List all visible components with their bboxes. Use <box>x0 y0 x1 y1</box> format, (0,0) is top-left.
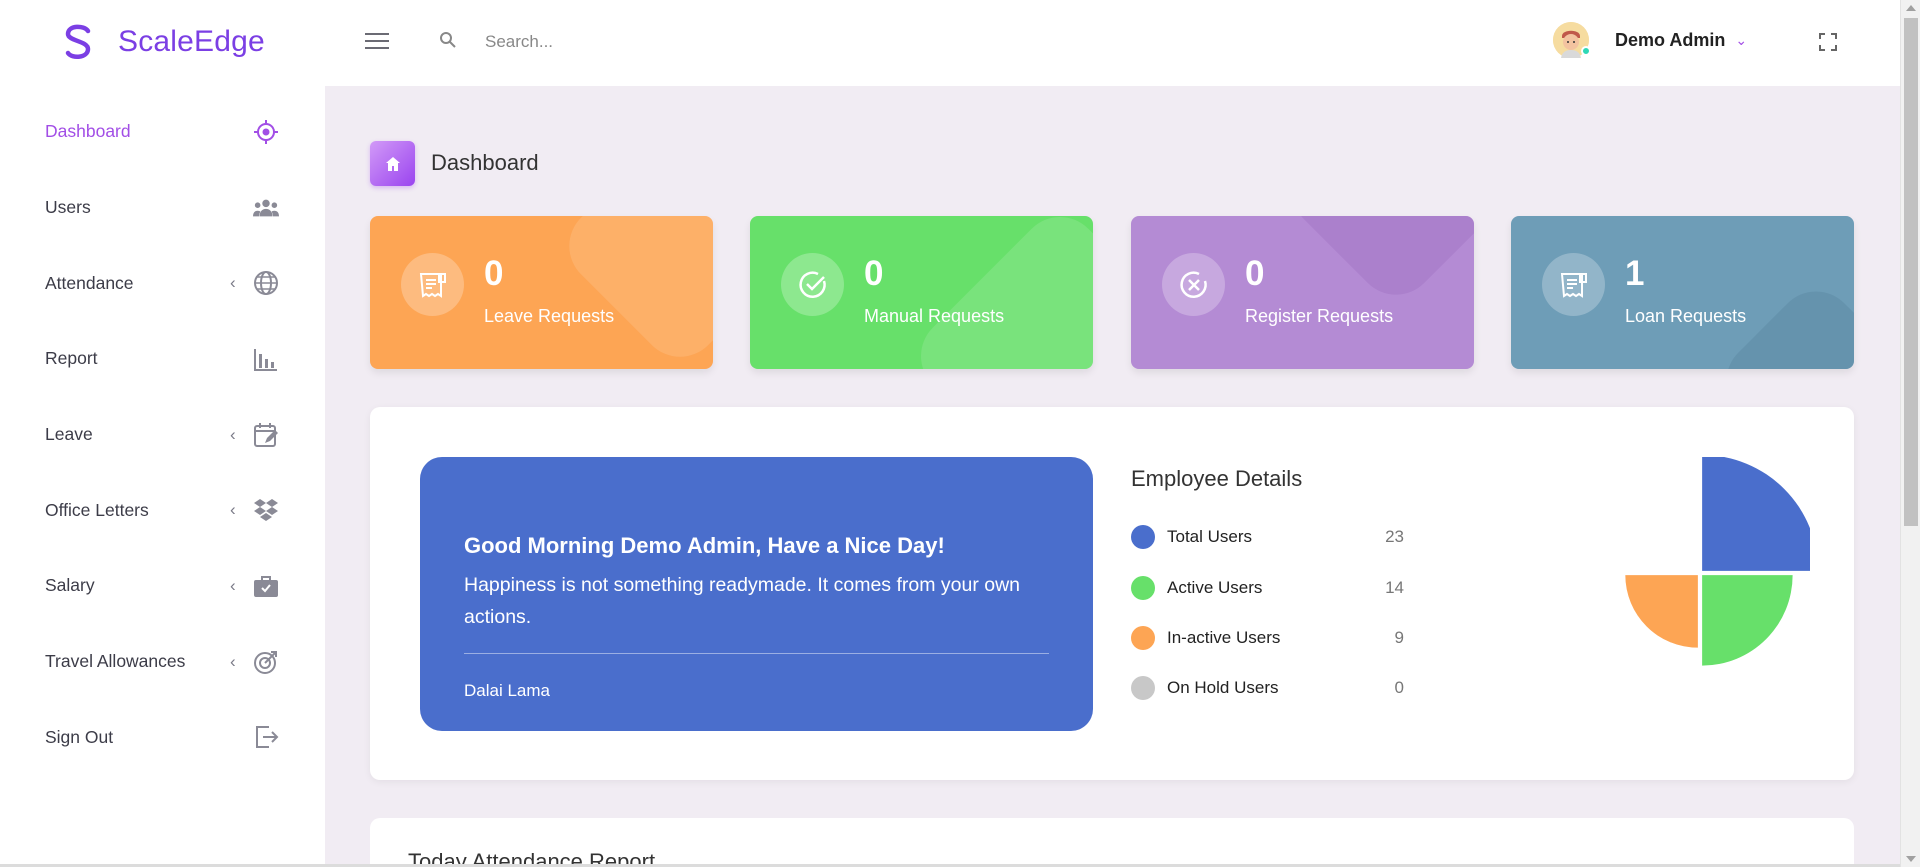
vertical-scrollbar[interactable] <box>1900 0 1920 867</box>
user-name: Demo Admin <box>1615 29 1726 50</box>
sidebar-item-dashboard[interactable]: Dashboard <box>0 94 325 170</box>
employee-row-label: In-active Users <box>1167 628 1281 647</box>
legend-dot <box>1131 525 1155 549</box>
chevron-left-icon: ‹ <box>230 575 236 595</box>
employee-row-value: 23 <box>1385 527 1404 546</box>
receipt-icon <box>401 253 464 316</box>
employee-row-value: 14 <box>1385 578 1404 597</box>
attendance-report-panel: Today Attendance Report <box>370 818 1854 867</box>
stat-count: 0 <box>864 254 884 293</box>
chevron-left-icon: ‹ <box>230 424 236 444</box>
welcome-panel: Good Morning Demo Admin, Have a Nice Day… <box>370 407 1854 780</box>
quote-box: Good Morning Demo Admin, Have a Nice Day… <box>420 457 1093 731</box>
user-menu[interactable]: Demo Admin ⌄ <box>1553 22 1747 58</box>
employee-row-value: 0 <box>1394 678 1404 697</box>
stat-label: Manual Requests <box>864 306 1005 326</box>
avatar <box>1553 22 1591 58</box>
employee-pie-chart <box>1625 457 1810 666</box>
chevron-down-icon: ⌄ <box>1735 31 1748 48</box>
sidebar-item-sign-out[interactable]: Sign Out <box>0 700 325 776</box>
chevron-left-icon: ‹ <box>230 500 236 520</box>
stat-card-loan-requests[interactable]: 1 Loan Requests <box>1511 216 1854 369</box>
employee-row-label: Active Users <box>1167 578 1263 597</box>
sidebar-item-office-letters[interactable]: Office Letters ‹ <box>0 472 325 548</box>
page-title: Dashboard <box>431 150 539 175</box>
online-status-dot <box>1581 46 1591 56</box>
sidebar-item-label: Travel Allowances <box>45 651 186 672</box>
sidebar-item-label: Attendance <box>45 272 134 293</box>
employee-row-inactive: In-active Users 9 <box>1131 623 1451 653</box>
sidebar-item-label: Dashboard <box>45 121 131 142</box>
home-icon <box>370 141 415 186</box>
dropbox-icon <box>252 496 280 524</box>
search-input[interactable] <box>485 24 885 60</box>
sign-out-icon <box>252 723 280 751</box>
brand-name: ScaleEdge <box>118 25 265 58</box>
chevron-left-icon: ‹ <box>230 651 236 671</box>
receipt-icon <box>1542 253 1605 316</box>
sidebar-item-salary[interactable]: Salary ‹ <box>0 548 325 624</box>
employee-row-active: Active Users 14 <box>1131 573 1451 603</box>
fullscreen-icon[interactable] <box>1819 33 1837 51</box>
sidebar-item-label: Report <box>45 348 98 369</box>
check-circle-icon <box>781 253 844 316</box>
sidebar-item-report[interactable]: Report <box>0 321 325 397</box>
briefcase-icon <box>252 572 280 600</box>
target-arrow-icon <box>252 648 280 676</box>
crosshair-icon <box>252 118 280 146</box>
scroll-up-arrow-icon[interactable] <box>1906 5 1916 11</box>
legend-dot <box>1131 576 1155 600</box>
scroll-down-arrow-icon[interactable] <box>1906 856 1916 862</box>
globe-icon <box>252 269 280 297</box>
pie-slice-active-users <box>1702 575 1793 666</box>
sidebar-item-travel-allowances[interactable]: Travel Allowances ‹ <box>0 624 325 700</box>
sidebar-item-label: Sign Out <box>45 726 114 747</box>
sidebar-item-label: Users <box>45 197 91 218</box>
quote-author: Dalai Lama <box>464 681 550 700</box>
stat-card-manual-requests[interactable]: 0 Manual Requests <box>750 216 1093 369</box>
employee-row-label: On Hold Users <box>1167 678 1279 697</box>
employee-row-label: Total Users <box>1167 527 1253 546</box>
bar-chart-icon <box>252 345 280 373</box>
stat-label: Leave Requests <box>484 306 615 326</box>
menu-toggle-button[interactable] <box>365 33 389 51</box>
quote-text: Happiness is not something readymade. It… <box>464 574 1021 628</box>
brand-logo[interactable]: ScaleEdge <box>58 22 265 62</box>
legend-dot <box>1131 676 1155 700</box>
sidebar-item-label: Salary <box>45 575 95 596</box>
search-icon <box>439 31 457 54</box>
calendar-edit-icon <box>252 421 280 449</box>
stat-count: 1 <box>1625 254 1645 293</box>
legend-dot <box>1131 626 1155 650</box>
sidebar-item-label: Leave <box>45 424 93 445</box>
stat-count: 0 <box>484 254 504 293</box>
employee-row-on-hold: On Hold Users 0 <box>1131 673 1451 703</box>
employee-row-total: Total Users 23 <box>1131 522 1451 552</box>
employee-details-title: Employee Details <box>1131 466 1303 491</box>
employee-row-value: 9 <box>1394 628 1404 647</box>
logo-icon <box>65 24 91 59</box>
x-circle-icon <box>1162 253 1225 316</box>
divider <box>464 653 1049 654</box>
chevron-left-icon: ‹ <box>230 273 236 293</box>
stat-label: Register Requests <box>1245 306 1394 326</box>
stat-count: 0 <box>1245 254 1265 293</box>
pie-slice-total-users <box>1702 457 1810 571</box>
stat-card-register-requests[interactable]: 0 Register Requests <box>1131 216 1474 369</box>
greeting-text: Good Morning Demo Admin, Have a Nice Day… <box>464 533 945 558</box>
stat-label: Loan Requests <box>1625 306 1747 326</box>
stat-card-leave-requests[interactable]: 0 Leave Requests <box>370 216 713 369</box>
sidebar-item-attendance[interactable]: Attendance ‹ <box>0 245 325 321</box>
top-header: Demo Admin ⌄ <box>325 0 1900 86</box>
sidebar-item-users[interactable]: Users <box>0 170 325 246</box>
sidebar-item-label: Office Letters <box>45 499 149 520</box>
sidebar: ScaleEdge Dashboard Users Attendance ‹ R… <box>0 0 325 867</box>
scroll-thumb[interactable] <box>1904 18 1918 526</box>
sidebar-item-leave[interactable]: Leave ‹ <box>0 397 325 473</box>
pie-slice-in-active-users <box>1625 575 1698 648</box>
sidebar-nav: Dashboard Users Attendance ‹ Report Leav… <box>0 94 325 775</box>
users-icon <box>252 194 280 222</box>
